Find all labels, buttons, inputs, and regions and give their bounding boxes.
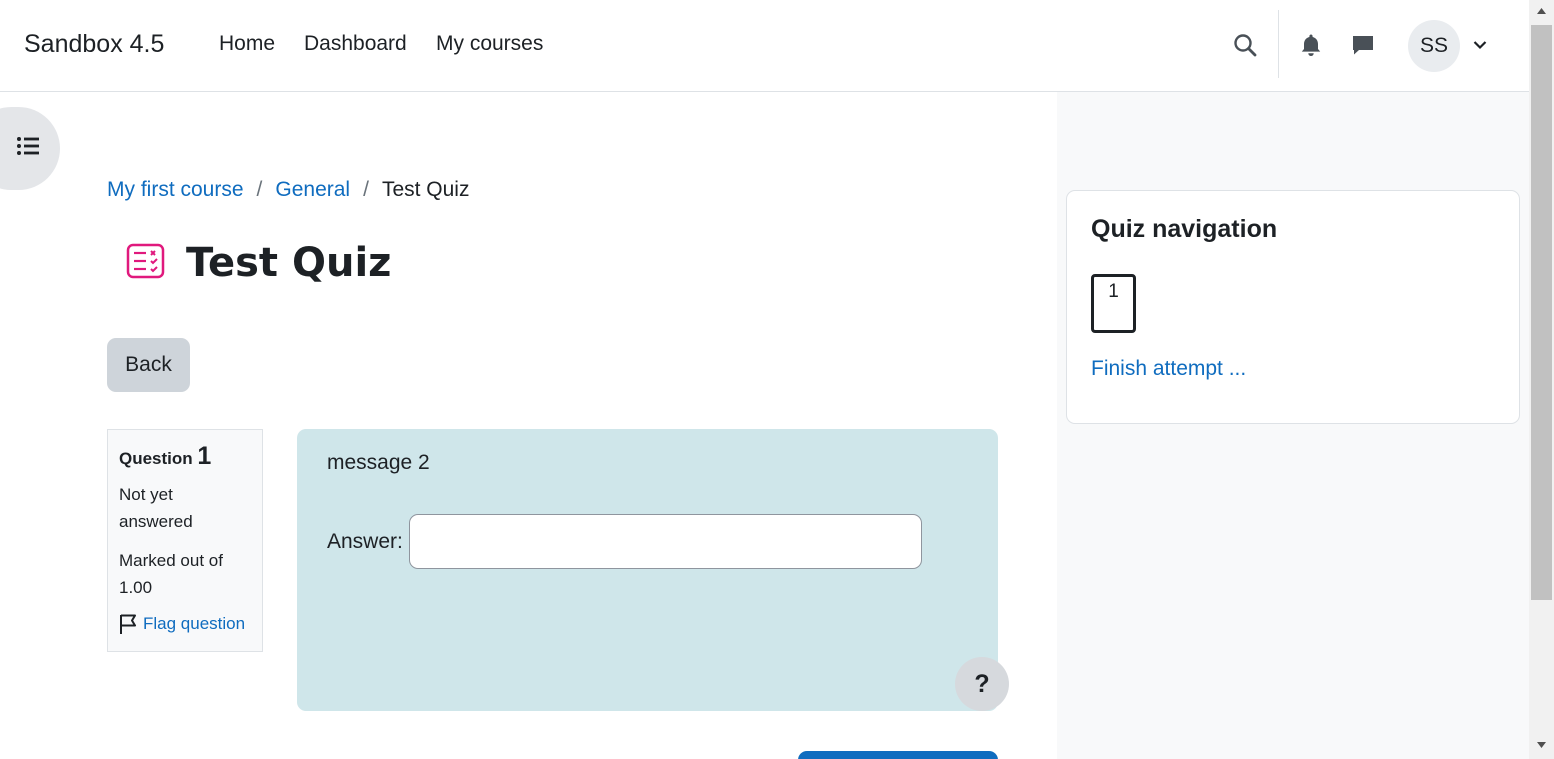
flag-question[interactable]: Flag question bbox=[119, 613, 251, 635]
question-number: Question 1 bbox=[119, 442, 251, 471]
chat-icon[interactable] bbox=[1348, 30, 1378, 60]
scrollbar-thumb[interactable] bbox=[1531, 25, 1552, 600]
flag-question-link[interactable]: Flag question bbox=[143, 614, 245, 634]
breadcrumb-separator: / bbox=[363, 178, 369, 201]
breadcrumb: My first course / General / Test Quiz bbox=[107, 178, 469, 202]
help-button[interactable]: ? bbox=[955, 657, 1009, 711]
page-heading: Test Quiz bbox=[126, 240, 391, 286]
page-title: Test Quiz bbox=[186, 240, 392, 286]
nav-my-courses[interactable]: My courses bbox=[436, 32, 543, 56]
next-page-button[interactable] bbox=[798, 751, 998, 759]
scroll-down-icon[interactable] bbox=[1537, 742, 1546, 748]
back-button[interactable]: Back bbox=[107, 338, 190, 392]
site-brand[interactable]: Sandbox 4.5 bbox=[24, 30, 164, 59]
breadcrumb-current: Test Quiz bbox=[381, 178, 470, 201]
breadcrumb-course[interactable]: My first course bbox=[107, 178, 244, 202]
question-grade: Marked out of 1.00 bbox=[119, 551, 223, 597]
question-content: message 2 Answer: bbox=[297, 429, 998, 711]
top-navbar: Sandbox 4.5 Home Dashboard My courses SS bbox=[0, 0, 1529, 92]
breadcrumb-separator: / bbox=[256, 178, 263, 201]
user-avatar[interactable]: SS bbox=[1408, 20, 1460, 72]
question-number-value: 1 bbox=[197, 442, 212, 470]
breadcrumb-section[interactable]: General bbox=[275, 178, 350, 202]
quiz-navigation-block: Quiz navigation 1 Finish attempt ... bbox=[1066, 190, 1520, 424]
finish-attempt-link[interactable]: Finish attempt ... bbox=[1091, 357, 1246, 381]
quiz-icon bbox=[126, 243, 166, 284]
navbar-divider bbox=[1278, 10, 1279, 78]
list-icon bbox=[16, 135, 40, 162]
question-state: Not yet answered bbox=[119, 485, 193, 531]
quiz-navigation-title: Quiz navigation bbox=[1091, 215, 1278, 243]
quiz-nav-question-button[interactable]: 1 bbox=[1091, 274, 1136, 333]
scroll-up-icon[interactable] bbox=[1537, 8, 1546, 14]
search-icon[interactable] bbox=[1230, 30, 1260, 60]
flag-icon bbox=[119, 613, 139, 635]
answer-input[interactable] bbox=[408, 514, 922, 569]
question-text: message 2 bbox=[327, 451, 430, 474]
nav-dashboard[interactable]: Dashboard bbox=[304, 32, 407, 56]
question-info: Question 1 Not yet answered Marked out o… bbox=[107, 429, 263, 652]
answer-row: Answer: bbox=[327, 514, 922, 569]
chevron-down-icon[interactable] bbox=[1465, 30, 1495, 60]
bell-icon[interactable] bbox=[1296, 30, 1326, 60]
question-label: Question bbox=[119, 449, 193, 468]
answer-label: Answer: bbox=[327, 529, 403, 553]
nav-home[interactable]: Home bbox=[219, 32, 275, 56]
course-index-toggle[interactable] bbox=[0, 107, 60, 190]
